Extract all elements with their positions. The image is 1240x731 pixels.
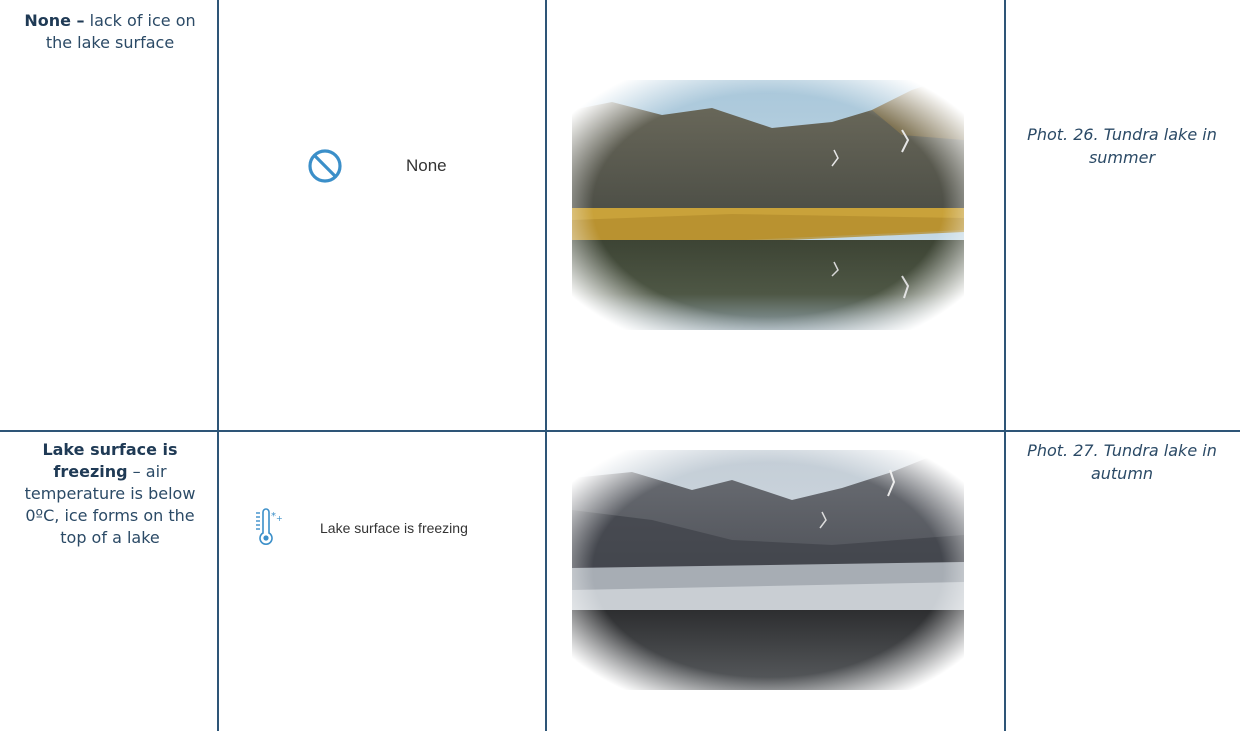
thermometer-snow-icon: * +	[254, 508, 283, 548]
row-1-icon-cell: None	[306, 146, 447, 186]
row-divider	[0, 430, 1240, 432]
row-2-caption: Phot. 27. Tundra lake in autumn	[1027, 441, 1217, 483]
tundra-lake-summer-photo	[572, 80, 964, 330]
svg-text:+: +	[276, 514, 282, 523]
prohibited-circle-icon	[306, 147, 344, 185]
row-1-description: None – lack of ice on the lake surface	[12, 10, 208, 54]
row-2-icon-label: Lake surface is freezing	[320, 520, 468, 536]
row-1-icon-label: None	[406, 156, 447, 175]
row-2-icon-cell: * + Lake surface is freezing	[254, 508, 468, 548]
row-2-description: Lake surface is freezing – air temperatu…	[12, 439, 208, 549]
tundra-lake-autumn-photo	[572, 450, 964, 690]
row-1-caption: Phot. 26. Tundra lake in summer	[1027, 125, 1217, 167]
row-1-description-term: None –	[24, 11, 85, 30]
column-divider	[545, 0, 547, 731]
column-divider	[217, 0, 219, 731]
column-divider	[1004, 0, 1006, 731]
